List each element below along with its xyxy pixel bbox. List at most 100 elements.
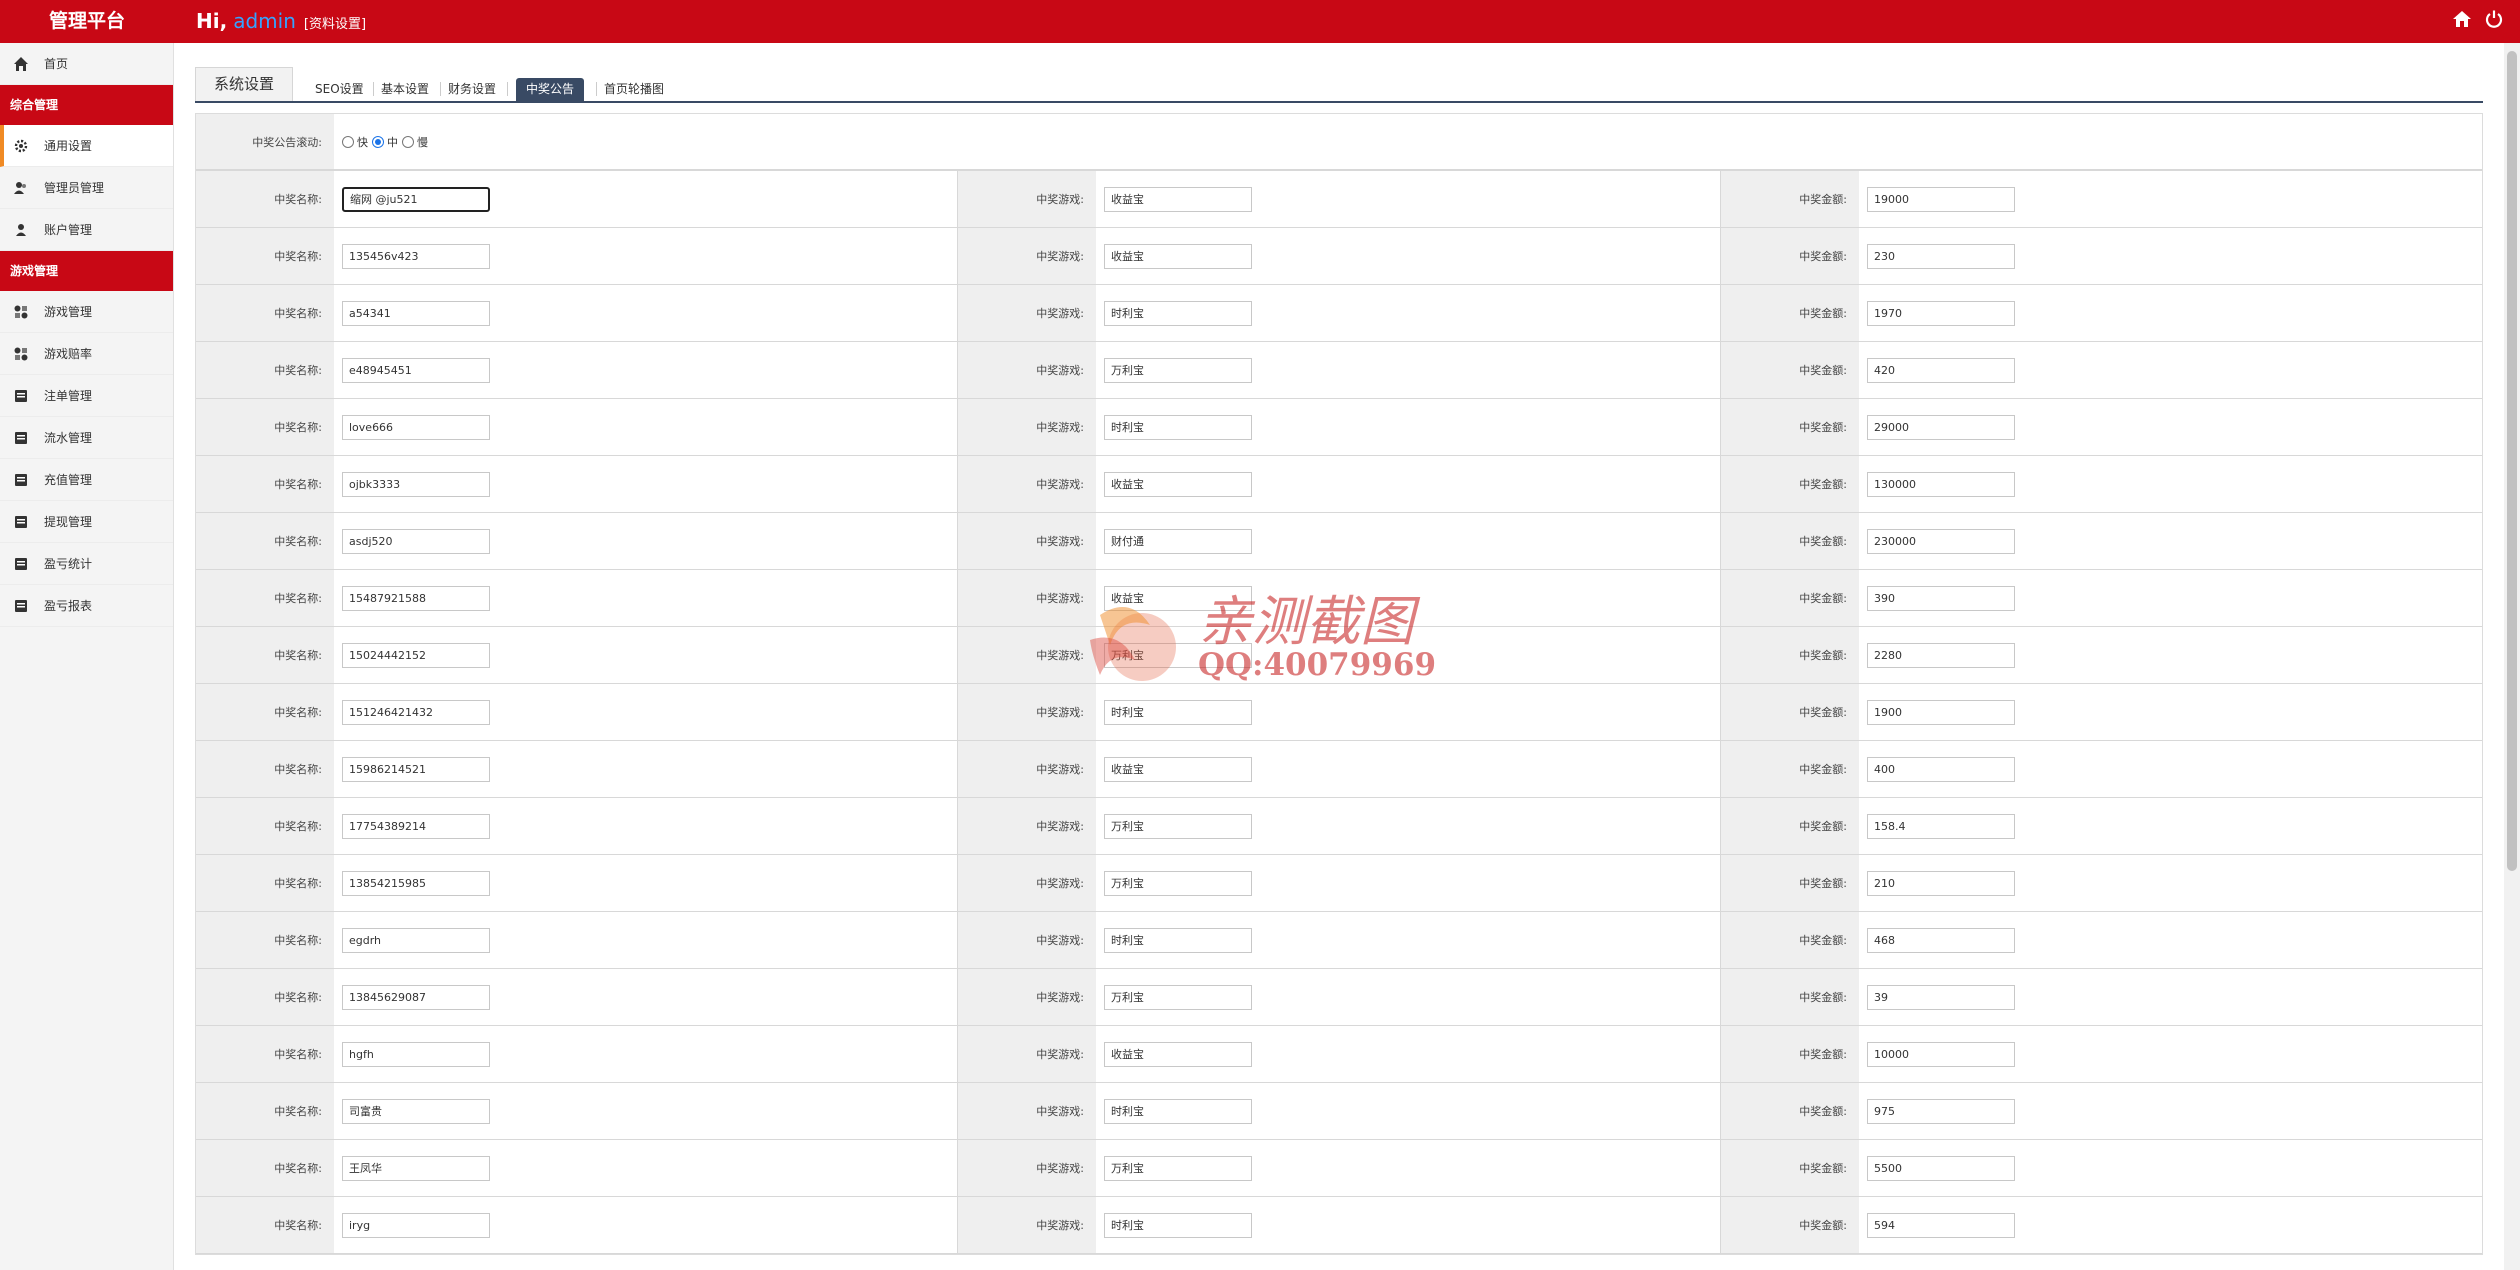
winner-name-input[interactable]: 15986214521 (342, 756, 490, 782)
winner-game-input[interactable]: 时利宝 (1104, 1098, 1252, 1124)
winner-amount-input[interactable]: 19000 (1867, 186, 2015, 212)
winner-name-input[interactable]: ojbk3333 (342, 471, 490, 497)
winner-game-cell: 中奖游戏: 财付通 (958, 513, 1721, 569)
scroll-speed-fast-radio[interactable]: 快 (342, 134, 368, 150)
winner-name-input[interactable]: iryg (342, 1212, 490, 1238)
winner-game-input[interactable]: 时利宝 (1104, 927, 1252, 953)
document-icon (12, 513, 30, 531)
power-icon[interactable] (2484, 9, 2504, 33)
winner-game-input[interactable]: 收益宝 (1104, 1041, 1252, 1067)
winner-amount-input[interactable]: 10000 (1867, 1041, 2015, 1067)
winner-name-input[interactable]: hgfh (342, 1041, 490, 1067)
sidebar-item-general-settings[interactable]: 通用设置 (0, 125, 173, 167)
winner-name-value: 王凤华 (334, 1140, 958, 1196)
winner-amount-input[interactable]: 468 (1867, 927, 2015, 953)
winner-name-input[interactable]: 15487921588 (342, 585, 490, 611)
sidebar-item-withdraw-management[interactable]: 提现管理 (0, 501, 173, 543)
tab-system-settings[interactable]: 系统设置 (195, 67, 294, 101)
winner-game-input[interactable]: 万利宝 (1104, 642, 1252, 668)
winner-name-input[interactable]: e48945451 (342, 357, 490, 383)
sidebar-item-recharge-management[interactable]: 充值管理 (0, 459, 173, 501)
tab-home-carousel[interactable]: 首页轮播图 (604, 78, 664, 101)
winner-name-input[interactable]: 15024442152 (342, 642, 490, 668)
winner-game-input[interactable]: 万利宝 (1104, 813, 1252, 839)
winner-name-input[interactable]: 151246421432 (342, 699, 490, 725)
winner-game-input[interactable]: 时利宝 (1104, 300, 1252, 326)
winner-amount-input[interactable]: 1970 (1867, 300, 2015, 326)
winner-game-input[interactable]: 时利宝 (1104, 1212, 1252, 1238)
winner-game-input[interactable]: 时利宝 (1104, 414, 1252, 440)
profile-settings-link[interactable]: [资料设置] (304, 17, 366, 32)
tab-winning-announcement[interactable]: 中奖公告 (516, 78, 585, 101)
sidebar-item-bet-management[interactable]: 注单管理 (0, 375, 173, 417)
winner-game-input[interactable]: 收益宝 (1104, 243, 1252, 269)
sidebar-item-admin-management[interactable]: 管理员管理 (0, 167, 173, 209)
winner-amount-input[interactable]: 2280 (1867, 642, 2015, 668)
sidebar-item-profit-report[interactable]: 盈亏报表 (0, 585, 173, 627)
winner-name-input[interactable]: egdrh (342, 927, 490, 953)
winner-name-input[interactable]: asdj520 (342, 528, 490, 554)
winner-amount-input[interactable]: 400 (1867, 756, 2015, 782)
winner-amount-input[interactable]: 975 (1867, 1098, 2015, 1124)
winner-game-input[interactable]: 时利宝 (1104, 699, 1252, 725)
winner-game-input[interactable]: 收益宝 (1104, 756, 1252, 782)
page-scrollbar[interactable] (2504, 43, 2520, 1270)
winner-name-input[interactable]: love666 (342, 414, 490, 440)
winner-name-input[interactable]: 缩网 @ju521 (342, 186, 490, 212)
winner-game-input[interactable]: 万利宝 (1104, 984, 1252, 1010)
winner-game-value: 时利宝 (1096, 912, 1721, 968)
tab-finance[interactable]: 财务设置 (448, 78, 496, 101)
winner-name-cell: 中奖名称: 13854215985 (196, 855, 958, 911)
sidebar-item-label: 通用设置 (44, 139, 93, 153)
winner-game-input[interactable]: 收益宝 (1104, 186, 1252, 212)
winner-amount-input[interactable]: 1900 (1867, 699, 2015, 725)
winner-amount-value: 5500 (1859, 1140, 2482, 1196)
tab-seo[interactable]: SEO设置 (315, 78, 364, 101)
winner-name-input[interactable]: a54341 (342, 300, 490, 326)
winner-game-input[interactable]: 万利宝 (1104, 1155, 1252, 1181)
sidebar-item-game-odds[interactable]: 游戏赔率 (0, 333, 173, 375)
winner-amount-cell: 中奖金额: 5500 (1721, 1140, 2482, 1196)
winner-amount-input[interactable]: 594 (1867, 1212, 2015, 1238)
winner-row: 中奖名称: 15986214521 中奖游戏: 收益宝 中奖金额: 400 (196, 741, 2482, 798)
winner-amount-label: 中奖金额: (1721, 513, 1859, 569)
winner-amount-input[interactable]: 230000 (1867, 528, 2015, 554)
winner-name-input[interactable]: 13854215985 (342, 870, 490, 896)
scroll-speed-slow-radio[interactable]: 慢 (402, 134, 428, 150)
winner-name-input[interactable]: 司富贵 (342, 1098, 490, 1124)
sidebar-item-flow-management[interactable]: 流水管理 (0, 417, 173, 459)
tab-basic[interactable]: 基本设置 (381, 78, 429, 101)
sidebar-item-account-management[interactable]: 账户管理 (0, 209, 173, 251)
winner-game-value: 收益宝 (1096, 456, 1721, 512)
winner-amount-input[interactable]: 230 (1867, 243, 2015, 269)
winner-game-input[interactable]: 收益宝 (1104, 471, 1252, 497)
winner-game-input[interactable]: 万利宝 (1104, 870, 1252, 896)
username-link[interactable]: admin (233, 9, 296, 33)
winner-game-input[interactable]: 收益宝 (1104, 585, 1252, 611)
winner-name-input[interactable]: 135456v423 (342, 243, 490, 269)
sidebar-item-game-management[interactable]: 游戏管理 (0, 291, 173, 333)
winner-amount-input[interactable]: 39 (1867, 984, 2015, 1010)
winner-game-cell: 中奖游戏: 万利宝 (958, 1140, 1721, 1196)
winner-amount-input[interactable]: 158.4 (1867, 813, 2015, 839)
winner-game-input[interactable]: 财付通 (1104, 528, 1252, 554)
winner-amount-input[interactable]: 5500 (1867, 1155, 2015, 1181)
winner-name-cell: 中奖名称: a54341 (196, 285, 958, 341)
scrollbar-thumb[interactable] (2507, 51, 2517, 871)
winner-name-input[interactable]: 13845629087 (342, 984, 490, 1010)
winner-game-input[interactable]: 万利宝 (1104, 357, 1252, 383)
sidebar-item-profit-stats[interactable]: 盈亏统计 (0, 543, 173, 585)
winner-game-cell: 中奖游戏: 收益宝 (958, 570, 1721, 626)
winner-amount-input[interactable]: 29000 (1867, 414, 2015, 440)
winner-name-input[interactable]: 17754389214 (342, 813, 490, 839)
winner-amount-input[interactable]: 390 (1867, 585, 2015, 611)
sidebar-section-general: 综合管理 (0, 85, 173, 125)
winner-amount-label: 中奖金额: (1721, 228, 1859, 284)
winner-amount-input[interactable]: 420 (1867, 357, 2015, 383)
winner-amount-input[interactable]: 130000 (1867, 471, 2015, 497)
winner-amount-input[interactable]: 210 (1867, 870, 2015, 896)
winner-name-input[interactable]: 王凤华 (342, 1155, 490, 1181)
home-icon[interactable] (2452, 9, 2472, 33)
scroll-speed-medium-radio[interactable]: 中 (372, 134, 398, 150)
sidebar-item-home[interactable]: 首页 (0, 43, 173, 85)
